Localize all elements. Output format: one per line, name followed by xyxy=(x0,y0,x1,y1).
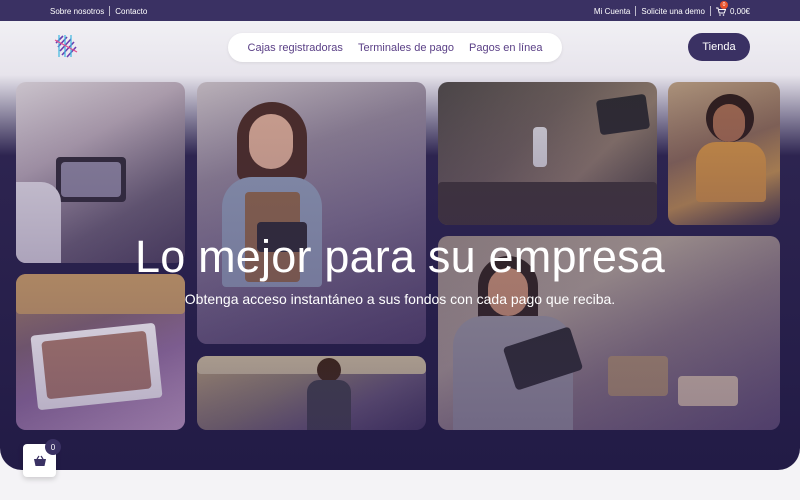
cart-total: 0,00€ xyxy=(729,6,750,16)
shop-button[interactable]: Tienda xyxy=(688,33,750,61)
divider xyxy=(635,6,637,16)
contact-link[interactable]: Contacto xyxy=(115,7,147,16)
demo-link[interactable]: Solicite una demo xyxy=(641,7,705,16)
main-nav: Cajas registradoras Terminales de pago P… xyxy=(228,33,562,62)
account-link[interactable]: Mi Cuenta xyxy=(594,7,630,16)
floating-cart-count: 0 xyxy=(45,439,61,455)
top-bar: Sobre nosotros Contacto Mi Cuenta Solici… xyxy=(0,0,800,21)
hero-subtitle: Obtenga acceso instantáneo a sus fondos … xyxy=(184,291,616,307)
divider xyxy=(709,6,711,16)
nav-item-cash-registers[interactable]: Cajas registradoras xyxy=(248,42,343,54)
hero-section: Cajas registradoras Terminales de pago P… xyxy=(0,21,800,470)
about-link[interactable]: Sobre nosotros xyxy=(50,7,104,16)
divider xyxy=(109,6,111,16)
hero-image-phone-payment xyxy=(668,82,780,225)
cart-count-badge: 0 xyxy=(719,0,728,9)
nav-item-online-payments[interactable]: Pagos en línea xyxy=(469,42,542,54)
nav-item-payment-terminals[interactable]: Terminales de pago xyxy=(358,42,454,54)
logo-icon[interactable] xyxy=(54,33,78,59)
hero-image-cafe-barista xyxy=(197,356,426,430)
top-cart-button[interactable]: 0 xyxy=(715,0,728,16)
hero-image-card-payment xyxy=(438,82,657,225)
hero-title: Lo mejor para su empresa xyxy=(134,231,666,282)
basket-icon xyxy=(33,455,46,466)
